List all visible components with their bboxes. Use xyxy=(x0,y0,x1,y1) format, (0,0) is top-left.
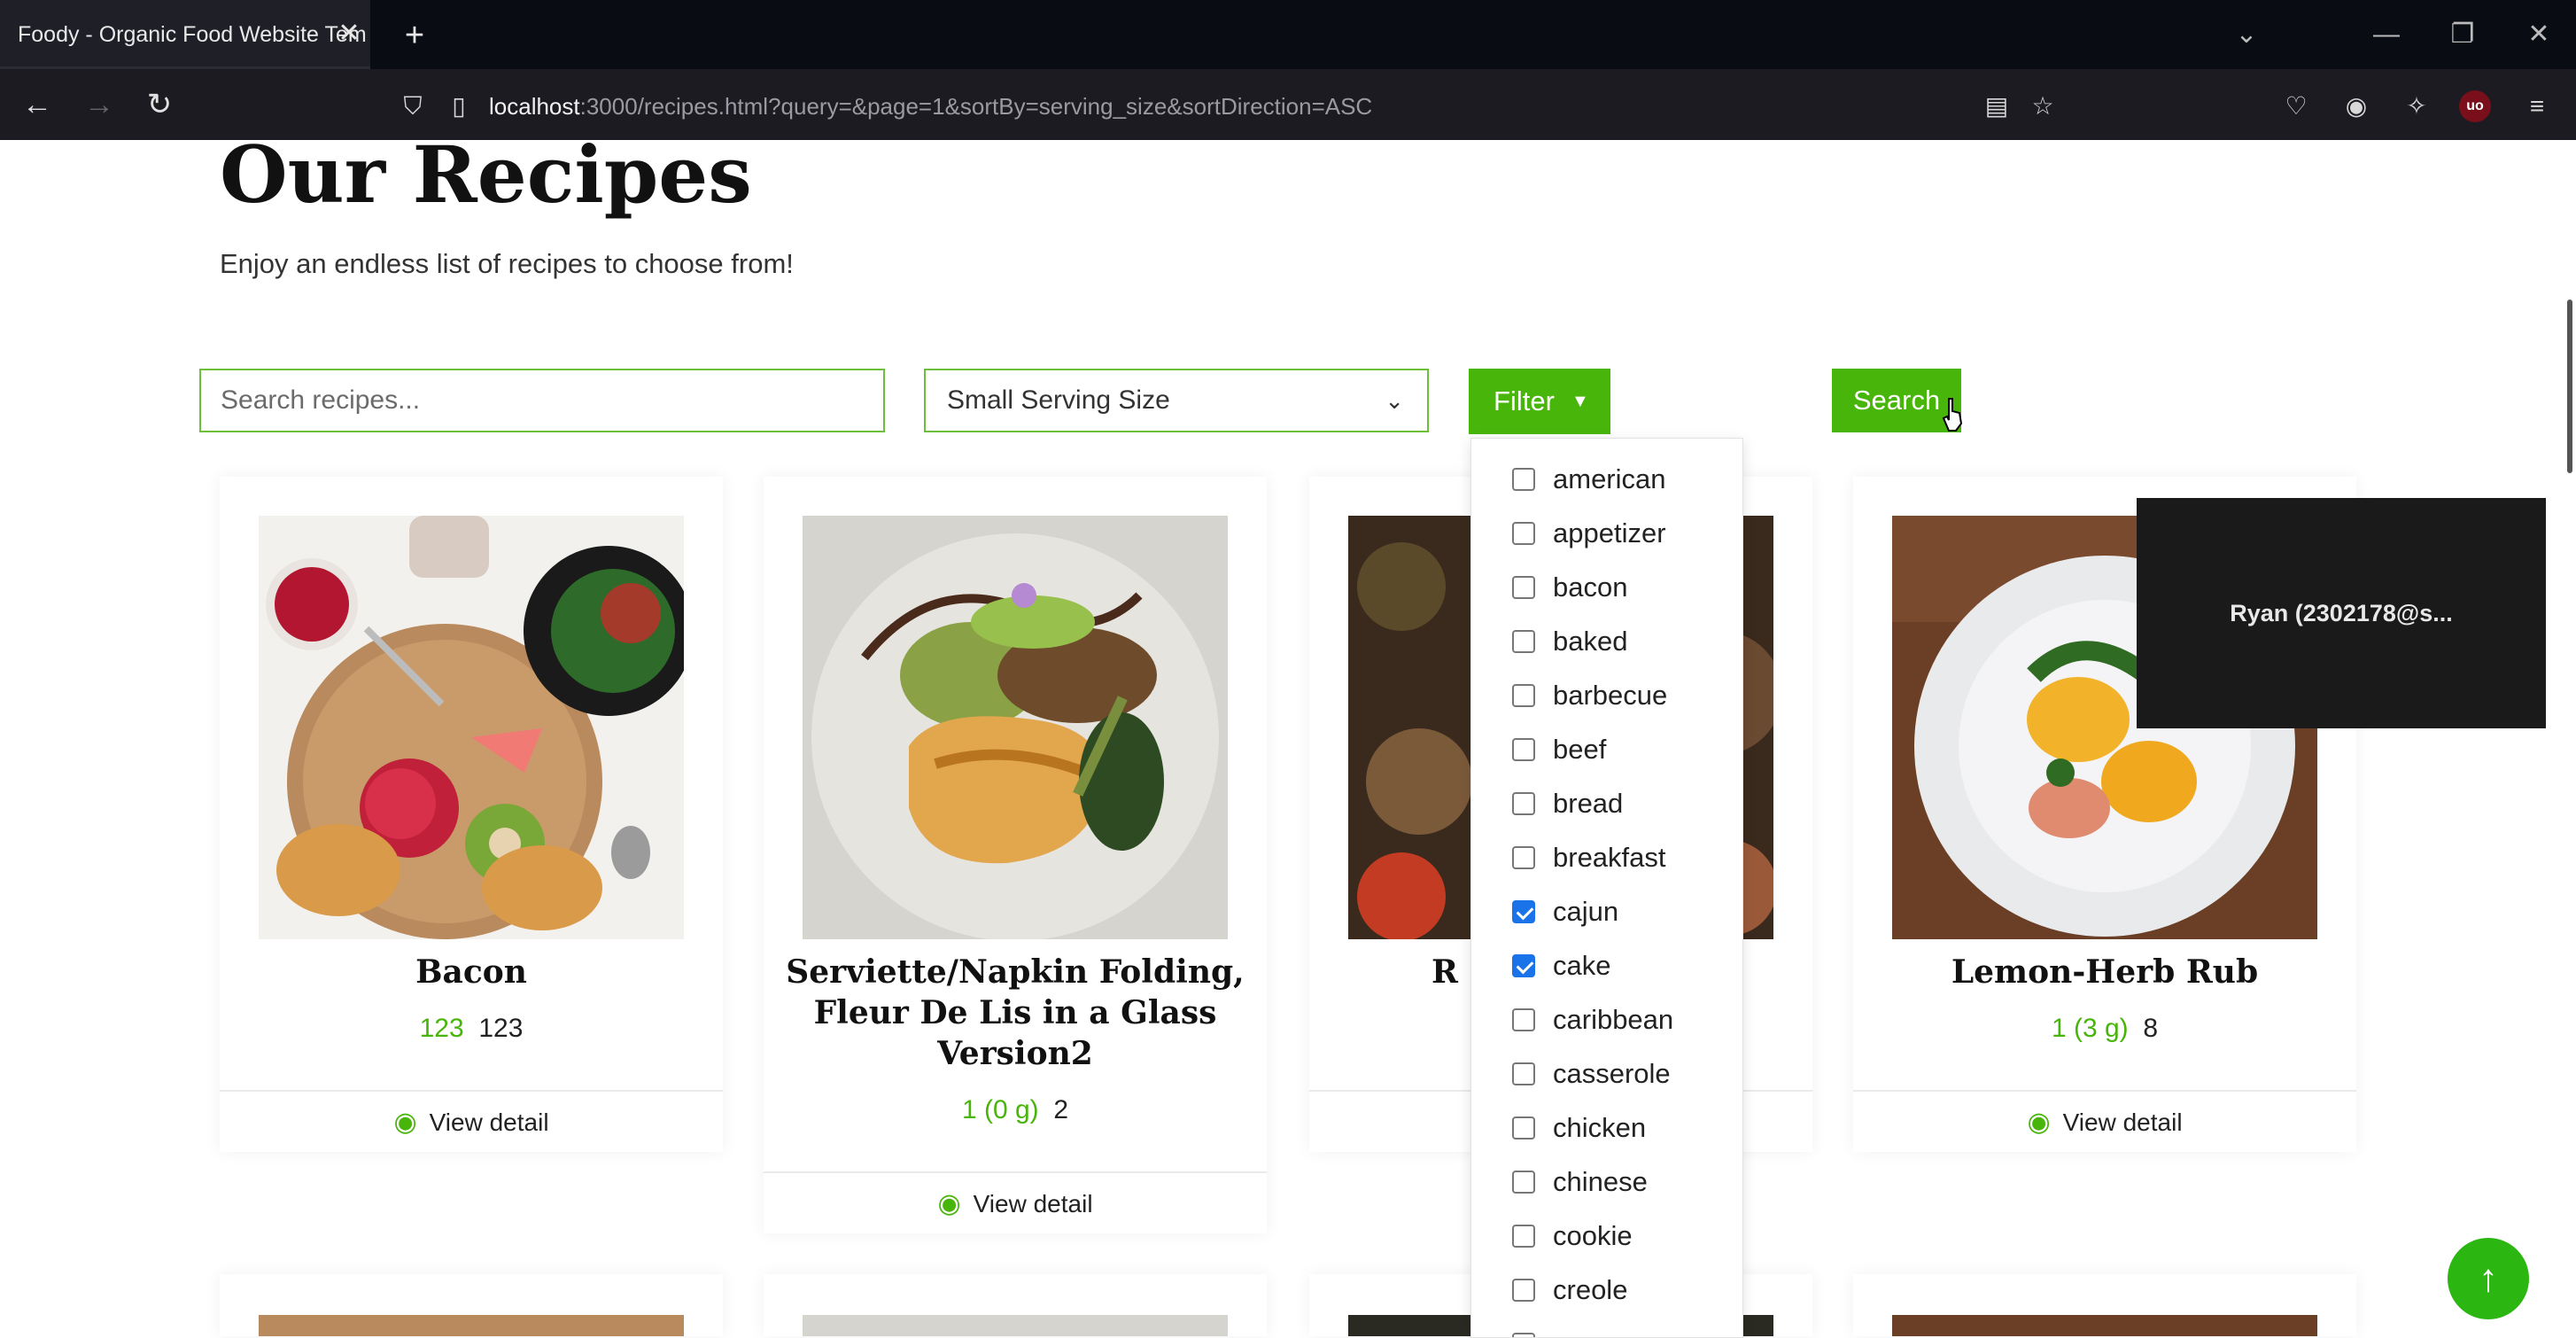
browser-tab[interactable]: Foody - Organic Food Website Tem xyxy=(0,0,370,69)
recipe-serving-info: 1 (0 g) 2 xyxy=(764,1095,1267,1125)
url-text[interactable]: localhost:3000/recipes.html?query=&page=… xyxy=(489,82,1372,131)
reload-icon[interactable]: ↻ xyxy=(138,83,181,126)
serving-size: 1 (3 g) xyxy=(2051,1014,2129,1043)
servings-count: 2 xyxy=(1053,1095,1069,1124)
browser-tab-strip xyxy=(0,0,2576,69)
checkbox[interactable] xyxy=(1512,1225,1535,1248)
checkbox[interactable] xyxy=(1512,522,1535,545)
checkbox[interactable] xyxy=(1512,738,1535,761)
shield-icon[interactable]: ⛉ xyxy=(395,89,431,124)
ublock-icon[interactable]: uo xyxy=(2459,90,2491,122)
recipe-card: Bacon 123 123 ◉ View detail xyxy=(220,477,723,1152)
close-tab-icon[interactable]: ✕ xyxy=(333,18,365,50)
pocket-icon[interactable]: ♡ xyxy=(2277,87,2316,126)
checkbox-checked[interactable] xyxy=(1512,954,1535,977)
tab-list-icon[interactable]: ⌄ xyxy=(2225,14,2268,55)
checkbox[interactable] xyxy=(1512,1116,1535,1140)
checkbox[interactable] xyxy=(1512,468,1535,491)
recipe-title[interactable]: Bacon xyxy=(237,952,705,992)
checkbox[interactable] xyxy=(1512,1008,1535,1031)
page-title: Our Recipes xyxy=(220,128,752,221)
checkbox[interactable] xyxy=(1512,846,1535,869)
checkbox[interactable] xyxy=(1512,1333,1535,1337)
view-detail-link[interactable]: ◉ View detail xyxy=(764,1171,1267,1235)
tab-title: Foody - Organic Food Website Tem xyxy=(18,22,367,47)
recipe-card xyxy=(764,1274,1267,1336)
back-to-top-button[interactable]: ↑ xyxy=(2448,1238,2529,1319)
eye-icon: ◉ xyxy=(393,1108,417,1137)
view-detail-link[interactable]: ◉ View detail xyxy=(1853,1090,2356,1154)
recipe-card xyxy=(1853,1274,2356,1336)
serving-size: 1 (0 g) xyxy=(961,1095,1039,1124)
recipe-image[interactable] xyxy=(1892,1315,2317,1336)
forward-icon[interactable]: → xyxy=(78,83,120,126)
view-detail-label: View detail xyxy=(973,1190,1093,1217)
url-path: :3000/recipes.html?query=&page=1&sortBy=… xyxy=(579,93,1373,120)
arrow-up-icon: ↑ xyxy=(2479,1256,2498,1300)
search-input[interactable] xyxy=(199,369,885,432)
page-scrollbar[interactable] xyxy=(2567,299,2572,473)
sort-selected-value: Small Serving Size xyxy=(947,385,1170,415)
view-detail-link[interactable]: ◉ View detail xyxy=(220,1090,723,1154)
page-icon[interactable]: ▯ xyxy=(441,89,477,124)
extensions-icon[interactable]: ✧ xyxy=(2397,87,2436,126)
checkbox[interactable] xyxy=(1512,1062,1535,1085)
checkbox[interactable] xyxy=(1512,576,1535,599)
recipe-serving-info: 123 123 xyxy=(220,1014,723,1044)
menu-icon[interactable]: ≡ xyxy=(2518,87,2557,126)
back-icon[interactable]: ← xyxy=(16,83,58,126)
close-window-icon[interactable]: ✕ xyxy=(2518,14,2560,55)
recipe-card: Serviette/Napkin Folding, Fleur De Lis i… xyxy=(764,477,1267,1233)
new-tab-button[interactable]: + xyxy=(395,16,434,55)
filter-button[interactable]: Filter ▼ xyxy=(1469,369,1610,434)
checkbox[interactable] xyxy=(1512,1171,1535,1194)
recipe-image[interactable] xyxy=(803,516,1228,939)
view-detail-label: View detail xyxy=(2062,1109,2183,1136)
recipe-image[interactable] xyxy=(803,1315,1228,1336)
checkbox[interactable] xyxy=(1512,684,1535,707)
recipe-serving-info: 1 (3 g) 8 xyxy=(1853,1014,2356,1044)
eye-icon: ◉ xyxy=(937,1189,961,1218)
sort-select[interactable]: Small Serving Size ⌄ xyxy=(924,369,1429,432)
view-detail-label: View detail xyxy=(429,1109,549,1136)
account-icon[interactable]: ◉ xyxy=(2337,87,2376,126)
reader-view-icon[interactable]: ▤ xyxy=(1979,89,2014,124)
restore-icon[interactable]: ❐ xyxy=(2441,14,2484,55)
servings-count: 123 xyxy=(478,1014,524,1043)
filter-button-label: Filter xyxy=(1494,385,1555,416)
checkbox[interactable] xyxy=(1512,1279,1535,1302)
recipe-image[interactable] xyxy=(259,516,684,939)
recipe-image[interactable] xyxy=(259,1315,684,1336)
eye-icon: ◉ xyxy=(2027,1108,2051,1137)
minimize-icon[interactable]: — xyxy=(2365,14,2408,55)
url-host: localhost xyxy=(489,93,580,120)
serving-size: 123 xyxy=(419,1014,464,1043)
recipe-card xyxy=(220,1274,723,1336)
checkbox[interactable] xyxy=(1512,630,1535,653)
checkbox-checked[interactable] xyxy=(1512,900,1535,923)
servings-count: 8 xyxy=(2143,1014,2159,1043)
bookmark-star-icon[interactable]: ☆ xyxy=(2025,89,2060,124)
page-subtitle: Enjoy an endless list of recipes to choo… xyxy=(220,248,794,279)
checkbox[interactable] xyxy=(1512,792,1535,815)
recipe-title[interactable]: Lemon-Herb Rub xyxy=(1871,952,2339,992)
video-call-overlay[interactable]: Ryan (2302178@s... xyxy=(2137,498,2546,728)
hand-cursor-icon xyxy=(1942,398,1963,432)
caret-down-icon: ▼ xyxy=(1571,392,1589,411)
filter-dropdown: american appetizer bacon baked barbecue … xyxy=(1470,438,1743,1338)
recipe-title[interactable]: Serviette/Napkin Folding, Fleur De Lis i… xyxy=(781,952,1249,1074)
chevron-down-icon: ⌄ xyxy=(1385,387,1404,414)
